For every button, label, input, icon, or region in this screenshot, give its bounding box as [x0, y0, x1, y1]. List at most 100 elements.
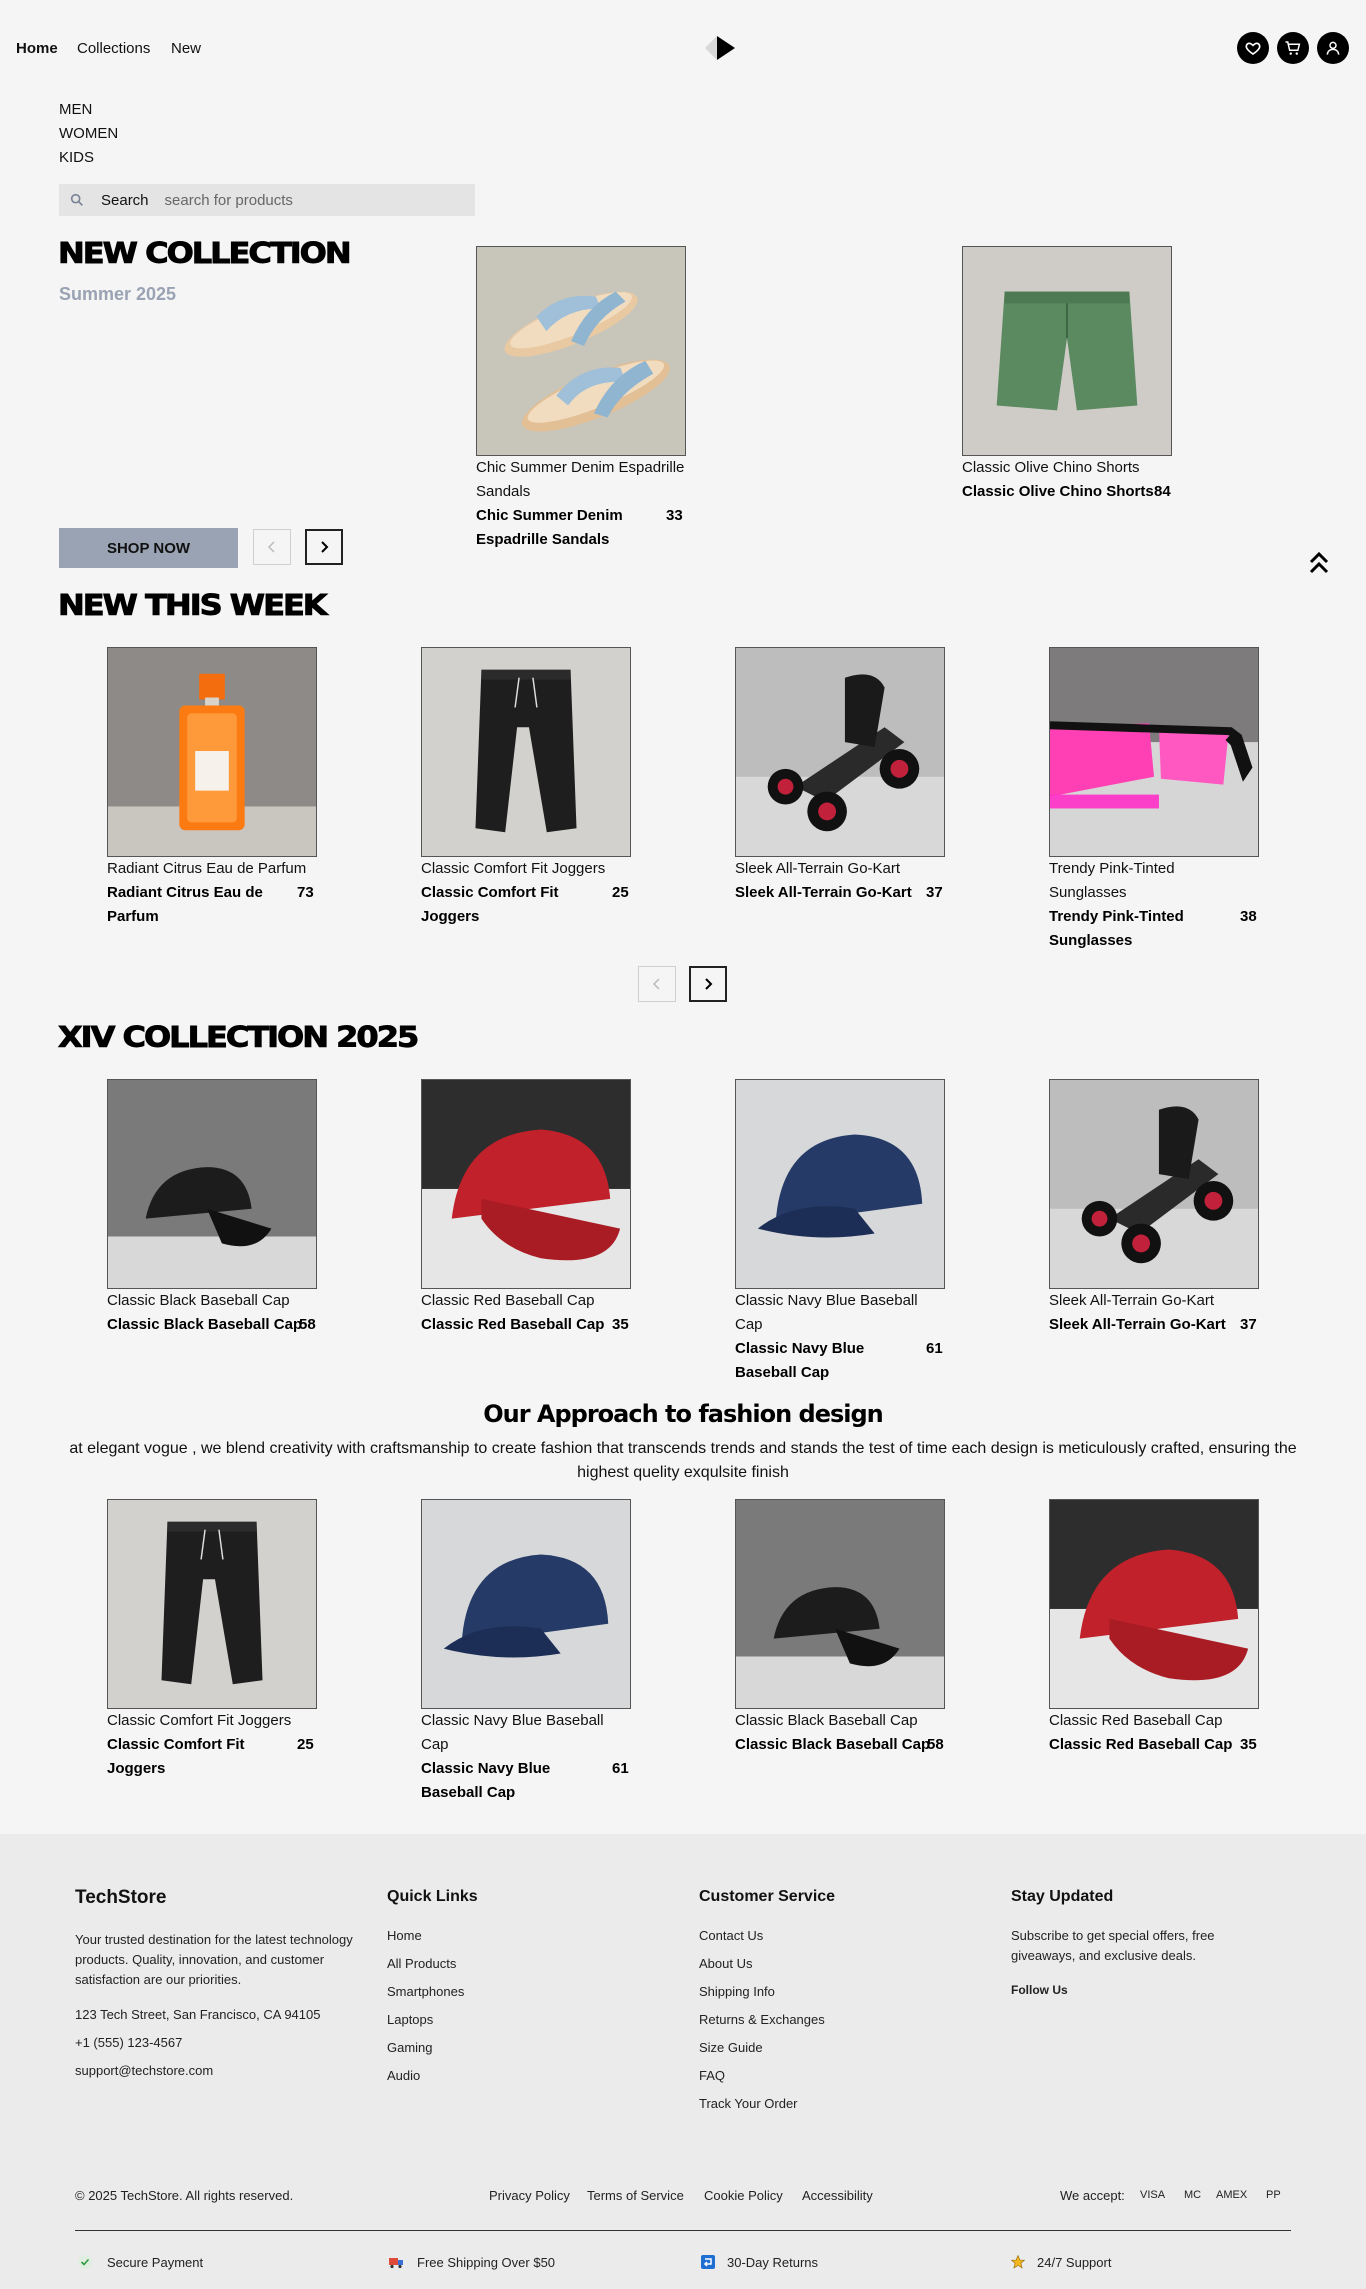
- product-title[interactable]: Classic Red Baseball Cap: [1049, 1733, 1232, 1757]
- product-price: 58: [299, 1316, 316, 1333]
- sunglasses-image: [1050, 648, 1258, 856]
- product-image-shorts[interactable]: [962, 246, 1172, 456]
- product-title[interactable]: Radiant Citrus Eau de Parfum: [107, 881, 277, 929]
- footer-phone[interactable]: +1 (555) 123-4567: [75, 2033, 182, 2053]
- new-this-week-title: NEW THIS WEEK: [58, 588, 329, 623]
- footer-link-audio[interactable]: Audio: [387, 2068, 420, 2083]
- product-image-black-cap[interactable]: [735, 1499, 945, 1709]
- product-title[interactable]: Sleek All-Terrain Go-Kart: [1049, 1313, 1226, 1337]
- product-image-perfume[interactable]: [107, 647, 317, 857]
- carousel-next-button[interactable]: [689, 966, 727, 1002]
- footer-divider: [75, 2230, 1291, 2231]
- footer-link-laptops[interactable]: Laptops: [387, 2012, 433, 2027]
- wishlist-button[interactable]: [1237, 32, 1269, 64]
- payment-visa: VISA: [1140, 2189, 1166, 2201]
- return-icon: [701, 2255, 715, 2269]
- go-kart-image: [736, 648, 944, 856]
- nav-link-collections[interactable]: Collections: [77, 40, 150, 57]
- carousel-next-button[interactable]: [305, 529, 343, 565]
- product-image-sandals[interactable]: [476, 246, 686, 456]
- logo-icon: [705, 36, 735, 60]
- account-button[interactable]: [1317, 32, 1349, 64]
- product-name: Trendy Pink-Tinted Sunglasses: [1049, 860, 1175, 901]
- footer-link-track-order[interactable]: Track Your Order: [699, 2096, 798, 2111]
- product-title[interactable]: Classic Black Baseball Cap: [107, 1313, 302, 1337]
- product-image-red-cap[interactable]: [1049, 1499, 1259, 1709]
- xiv-collection-title: XIV COLLECTION 2025: [57, 1020, 419, 1055]
- footer-link-smartphones[interactable]: Smartphones: [387, 1984, 464, 1999]
- footer-link-size-guide[interactable]: Size Guide: [699, 2040, 763, 2055]
- category-kids[interactable]: KIDS: [59, 149, 94, 166]
- nav-link-new[interactable]: New: [171, 40, 201, 57]
- go-kart-image: [1050, 1080, 1258, 1288]
- product-price: 73: [297, 884, 314, 901]
- product-title[interactable]: Classic Black Baseball Cap: [735, 1733, 930, 1757]
- product-price: 58: [927, 1736, 944, 1753]
- red-cap-image: [422, 1080, 630, 1288]
- product-title[interactable]: Classic Navy Blue Baseball Cap: [735, 1337, 910, 1385]
- badge-returns: 30-Day Returns: [727, 2255, 819, 2270]
- product-name: Classic Comfort Fit Joggers: [107, 1712, 292, 1729]
- quick-links-title: Quick Links: [387, 1888, 478, 1905]
- navy-cap-image: [422, 1500, 630, 1708]
- product-title[interactable]: Trendy Pink-Tinted Sunglasses: [1049, 905, 1209, 953]
- legal-link-accessibility[interactable]: Accessibility: [802, 2188, 873, 2203]
- footer-link-all-products[interactable]: All Products: [387, 1956, 456, 1971]
- product-image-go-kart[interactable]: [735, 647, 945, 857]
- chevron-left-icon: [652, 978, 660, 990]
- cart-icon: [1285, 41, 1301, 55]
- product-image-navy-cap[interactable]: [421, 1499, 631, 1709]
- cart-button[interactable]: [1277, 32, 1309, 64]
- payment-paypal: PP: [1266, 2189, 1281, 2201]
- carousel-prev-button[interactable]: [253, 529, 291, 565]
- product-title[interactable]: Classic Red Baseball Cap: [421, 1313, 604, 1337]
- product-title[interactable]: Classic Olive Chino Shorts: [962, 480, 1154, 504]
- product-name: Chic Summer Denim Espadrille Sandals: [476, 459, 685, 500]
- legal-link-privacy[interactable]: Privacy Policy: [489, 2188, 570, 2203]
- product-image-joggers[interactable]: [421, 647, 631, 857]
- legal-link-terms[interactable]: Terms of Service: [587, 2188, 684, 2203]
- carousel-prev-button[interactable]: [638, 966, 676, 1002]
- footer-link-home[interactable]: Home: [387, 1928, 422, 1943]
- product-image-joggers[interactable]: [107, 1499, 317, 1709]
- product-title[interactable]: Chic Summer Denim Espadrille Sandals: [476, 504, 646, 552]
- product-title[interactable]: Sleek All-Terrain Go-Kart: [735, 881, 912, 905]
- product-title[interactable]: Classic Navy Blue Baseball Cap: [421, 1757, 596, 1805]
- category-men[interactable]: MEN: [59, 101, 92, 118]
- search-icon[interactable]: [69, 192, 85, 208]
- footer-link-about-us[interactable]: About Us: [699, 1956, 752, 1971]
- product-title[interactable]: Classic Comfort Fit Joggers: [421, 881, 571, 929]
- product-image-black-cap[interactable]: [107, 1079, 317, 1289]
- product-image-go-kart[interactable]: [1049, 1079, 1259, 1289]
- search-bar: Search: [59, 184, 475, 216]
- product-image-navy-cap[interactable]: [735, 1079, 945, 1289]
- hero-title: NEW COLLECTION: [58, 236, 353, 271]
- product-name: Classic Black Baseball Cap: [107, 1292, 290, 1309]
- logo[interactable]: [703, 32, 737, 64]
- category-women[interactable]: WOMEN: [59, 125, 118, 142]
- nav-link-home[interactable]: Home: [16, 40, 58, 57]
- scroll-to-top-button[interactable]: [1307, 550, 1331, 576]
- red-cap-image: [1050, 1500, 1258, 1708]
- footer-description: Your trusted destination for the latest …: [75, 1932, 353, 1987]
- product-price: 33: [666, 507, 683, 524]
- product-price: 61: [612, 1760, 629, 1777]
- product-price: 25: [612, 884, 629, 901]
- badge-secure-payment: Secure Payment: [107, 2255, 204, 2270]
- footer-email[interactable]: support@techstore.com: [75, 2061, 213, 2081]
- footer-link-contact-us[interactable]: Contact Us: [699, 1928, 763, 1943]
- shop-now-button[interactable]: SHOP NOW: [59, 528, 238, 568]
- product-price: 25: [297, 1736, 314, 1753]
- product-title[interactable]: Classic Comfort Fit Joggers: [107, 1733, 257, 1781]
- product-price: 37: [1240, 1316, 1257, 1333]
- footer-link-gaming[interactable]: Gaming: [387, 2040, 433, 2055]
- product-price: 84: [1154, 483, 1171, 500]
- product-price: 35: [1240, 1736, 1257, 1753]
- legal-link-cookie[interactable]: Cookie Policy: [704, 2188, 783, 2203]
- product-image-red-cap[interactable]: [421, 1079, 631, 1289]
- footer-link-shipping-info[interactable]: Shipping Info: [699, 1984, 775, 1999]
- footer-link-returns[interactable]: Returns & Exchanges: [699, 2012, 825, 2027]
- product-image-sunglasses[interactable]: [1049, 647, 1259, 857]
- search-input[interactable]: [164, 191, 405, 209]
- footer-link-faq[interactable]: FAQ: [699, 2068, 725, 2083]
